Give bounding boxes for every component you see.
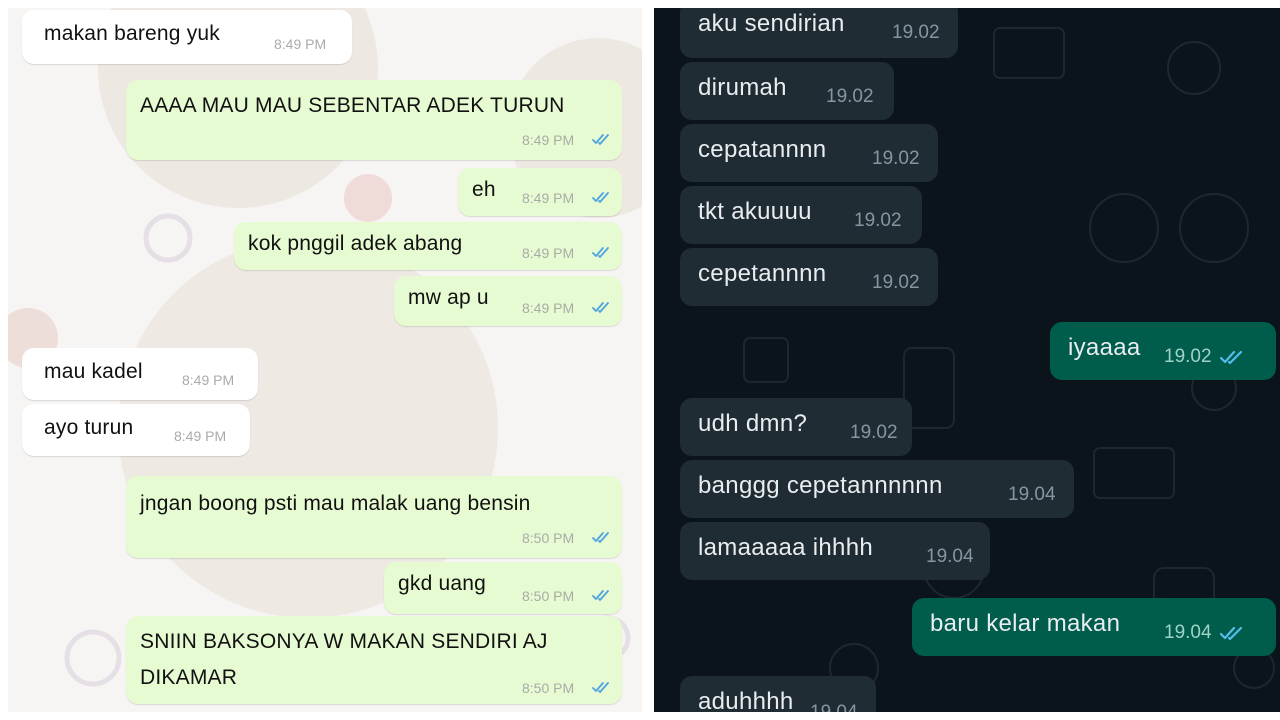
message-time: 8:50 PM — [522, 530, 575, 546]
message-time: 8:49 PM — [522, 245, 575, 261]
message-text: banggg cepetannnnnn — [698, 472, 943, 499]
message-text: aku sendirian — [698, 10, 845, 37]
message-bubble-incoming[interactable]: ayo turun 8:49 PM — [22, 404, 250, 456]
message-bubble-outgoing[interactable]: AAAA MAU MAU SEBENTAR ADEK TURUN 8:49 PM — [126, 80, 622, 160]
message-time: 19.02 — [892, 22, 940, 43]
message-bubble-incoming[interactable]: banggg cepetannnnnn 19.04 — [680, 460, 1074, 518]
message-text: lamaaaaa ihhhh — [698, 534, 874, 561]
message-text: aduhhhh — [698, 688, 794, 712]
message-text-line-1: SNIIN BAKSONYA W MAKAN SENDIRI AJ — [140, 630, 548, 653]
message-bubble-outgoing[interactable]: eh 8:49 PM — [458, 168, 622, 216]
message-time: 8:50 PM — [522, 588, 575, 604]
message-bubble-outgoing[interactable]: jngan boong psti mau malak uang bensin 8… — [126, 476, 622, 558]
message-time: 19.02 — [1164, 346, 1212, 367]
right-chat-screenshot: aku sendirian 19.02 dirumah 19.02 cepata… — [654, 8, 1280, 712]
message-time: 8:49 PM — [522, 190, 575, 206]
message-bubble-outgoing[interactable]: gkd uang 8:50 PM — [384, 562, 622, 614]
message-bubble-outgoing[interactable]: mw ap u 8:49 PM — [394, 276, 622, 326]
message-time: 19.02 — [826, 86, 874, 107]
message-bubble-incoming[interactable]: cepatannnn 19.02 — [680, 124, 938, 182]
double-check-icon — [592, 246, 612, 258]
message-text: makan bareng yuk — [44, 22, 220, 45]
double-check-icon — [592, 589, 612, 601]
double-check-icon — [1220, 625, 1246, 641]
message-text: dirumah — [698, 74, 787, 101]
message-time: 8:49 PM — [522, 300, 575, 316]
message-bubble-incoming[interactable]: mau kadel 8:49 PM — [22, 348, 258, 400]
message-bubble-incoming[interactable]: lamaaaaa ihhhh 19.04 — [680, 522, 990, 580]
message-text: cepetannnn — [698, 260, 827, 287]
message-bubble-outgoing[interactable]: SNIIN BAKSONYA W MAKAN SENDIRI AJ DIKAMA… — [126, 616, 622, 704]
message-text: mw ap u — [408, 286, 489, 309]
message-text: eh — [472, 178, 496, 201]
message-text: udh dmn? — [698, 410, 808, 437]
left-chat-screenshot: makan bareng yuk 8:49 PM AAAA MAU MAU SE… — [8, 8, 642, 712]
message-bubble-outgoing[interactable]: iyaaaa 19.02 — [1050, 322, 1276, 380]
message-time: 8:49 PM — [522, 132, 575, 148]
double-check-icon — [592, 133, 612, 145]
message-text: baru kelar makan — [930, 610, 1121, 637]
message-time: 19.02 — [850, 422, 898, 443]
message-text: kok pnggil adek abang — [248, 232, 463, 255]
message-bubble-incoming[interactable]: makan bareng yuk 8:49 PM — [22, 10, 352, 64]
double-check-icon — [1220, 349, 1246, 365]
message-text: mau kadel — [44, 360, 143, 383]
message-time: 8:49 PM — [274, 36, 327, 52]
message-bubble-outgoing[interactable]: kok pnggil adek abang 8:49 PM — [234, 222, 622, 270]
message-time: 19.04 — [810, 702, 858, 712]
message-text: tkt akuuuu — [698, 198, 812, 225]
message-time: 19.04 — [1008, 484, 1056, 505]
double-check-icon — [592, 191, 612, 203]
double-check-icon — [592, 531, 612, 543]
message-time: 19.04 — [926, 546, 974, 567]
message-text: iyaaaa — [1068, 334, 1141, 361]
double-check-icon — [592, 681, 612, 693]
message-bubble-outgoing[interactable]: baru kelar makan 19.04 — [912, 598, 1276, 656]
message-bubble-incoming[interactable]: cepetannnn 19.02 — [680, 248, 938, 306]
message-bubble-incoming[interactable]: udh dmn? 19.02 — [680, 398, 912, 456]
message-time: 8:50 PM — [522, 680, 575, 696]
message-text: AAAA MAU MAU SEBENTAR ADEK TURUN — [140, 94, 565, 117]
message-text: ayo turun — [44, 416, 134, 439]
message-time: 19.02 — [854, 210, 902, 231]
message-time: 19.02 — [872, 272, 920, 293]
message-bubble-incoming[interactable]: aku sendirian 19.02 — [680, 8, 958, 58]
message-text: jngan boong psti mau malak uang bensin — [140, 492, 531, 515]
message-time: 8:49 PM — [174, 428, 227, 444]
message-text: cepatannnn — [698, 136, 827, 163]
message-bubble-incoming[interactable]: tkt akuuuu 19.02 — [680, 186, 922, 244]
message-text: gkd uang — [398, 572, 487, 595]
message-time: 8:49 PM — [182, 372, 235, 388]
double-check-icon — [592, 301, 612, 313]
message-bubble-incoming[interactable]: dirumah 19.02 — [680, 62, 894, 120]
message-time: 19.04 — [1164, 622, 1212, 643]
message-time: 19.02 — [872, 148, 920, 169]
message-text-line-2: DIKAMAR — [140, 666, 238, 689]
message-bubble-incoming[interactable]: aduhhhh 19.04 — [680, 676, 876, 712]
